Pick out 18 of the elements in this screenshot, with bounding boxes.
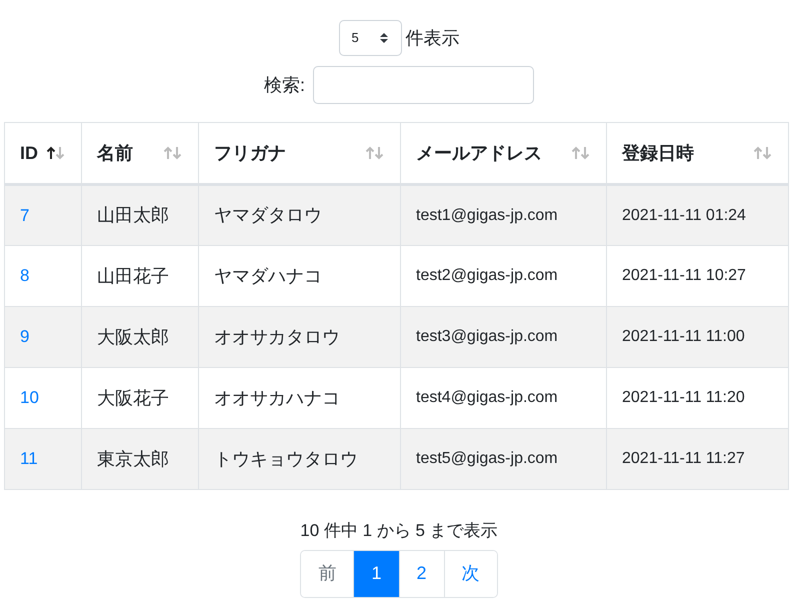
column-header[interactable]: フリガナ bbox=[198, 122, 400, 184]
column-header[interactable]: 名前 bbox=[82, 122, 198, 184]
page-size-select[interactable]: 5 bbox=[338, 20, 402, 56]
column-header[interactable]: メールアドレス bbox=[400, 122, 606, 184]
select-caret-icon bbox=[378, 31, 388, 45]
column-header[interactable]: 登録日時 bbox=[606, 122, 788, 184]
next-page-button[interactable]: 次 bbox=[444, 550, 497, 596]
page-size-label: 件表示 bbox=[406, 26, 460, 50]
search-label: 検索: bbox=[264, 74, 305, 96]
table-cell: トウキョウタロウ bbox=[198, 428, 400, 490]
table-cell: 東京太郎 bbox=[82, 428, 198, 490]
search-field[interactable] bbox=[313, 66, 534, 104]
page-button[interactable]: 1 bbox=[353, 550, 398, 596]
table-cell: 2021-11-11 11:27 bbox=[606, 428, 788, 490]
table-info: 10 件中 1 から 5 まで表示 bbox=[300, 520, 498, 542]
table-cell: test5@gigas-jp.com bbox=[400, 428, 606, 490]
id-link[interactable]: 11 bbox=[4, 428, 82, 490]
column-header[interactable]: ID bbox=[4, 122, 82, 184]
